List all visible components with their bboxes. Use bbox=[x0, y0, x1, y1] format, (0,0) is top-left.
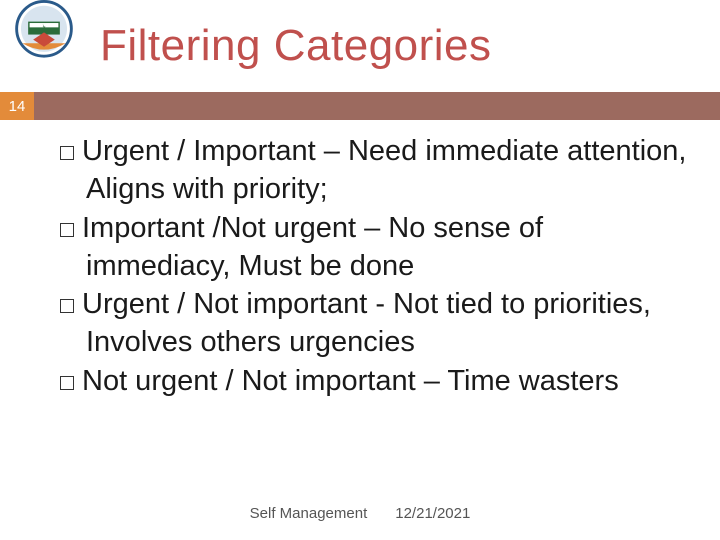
bullet-text: Important /Not urgent – No sense of imme… bbox=[82, 212, 543, 282]
checkbox-icon bbox=[60, 223, 74, 237]
bullet-item: Not urgent / Not important – Time waster… bbox=[60, 362, 690, 400]
footer-label: Self Management bbox=[250, 505, 368, 522]
bullet-text: Urgent / Important – Need immediate atte… bbox=[82, 135, 686, 205]
bullet-item: Urgent / Important – Need immediate atte… bbox=[60, 132, 690, 209]
footer-date: 12/21/2021 bbox=[395, 505, 470, 522]
bullet-text: Urgent / Not important - Not tied to pri… bbox=[82, 288, 651, 358]
bullet-item: Urgent / Not important - Not tied to pri… bbox=[60, 285, 690, 362]
slide-footer: Self Management 12/21/2021 bbox=[0, 505, 720, 522]
checkbox-icon bbox=[60, 376, 74, 390]
bullet-text: Not urgent / Not important – Time waster… bbox=[82, 365, 619, 397]
org-logo: ৳ bbox=[8, 0, 80, 72]
checkbox-icon bbox=[60, 299, 74, 313]
slide-content: Urgent / Important – Need immediate atte… bbox=[0, 120, 720, 400]
bullet-item: Important /Not urgent – No sense of imme… bbox=[60, 209, 690, 286]
checkbox-icon bbox=[60, 146, 74, 160]
accent-band: 14 bbox=[0, 92, 720, 120]
slide-number: 14 bbox=[0, 92, 34, 120]
svg-text:৳: ৳ bbox=[43, 24, 46, 31]
slide-title: Filtering Categories bbox=[100, 21, 492, 71]
slide-header: ৳ Filtering Categories bbox=[0, 0, 720, 92]
